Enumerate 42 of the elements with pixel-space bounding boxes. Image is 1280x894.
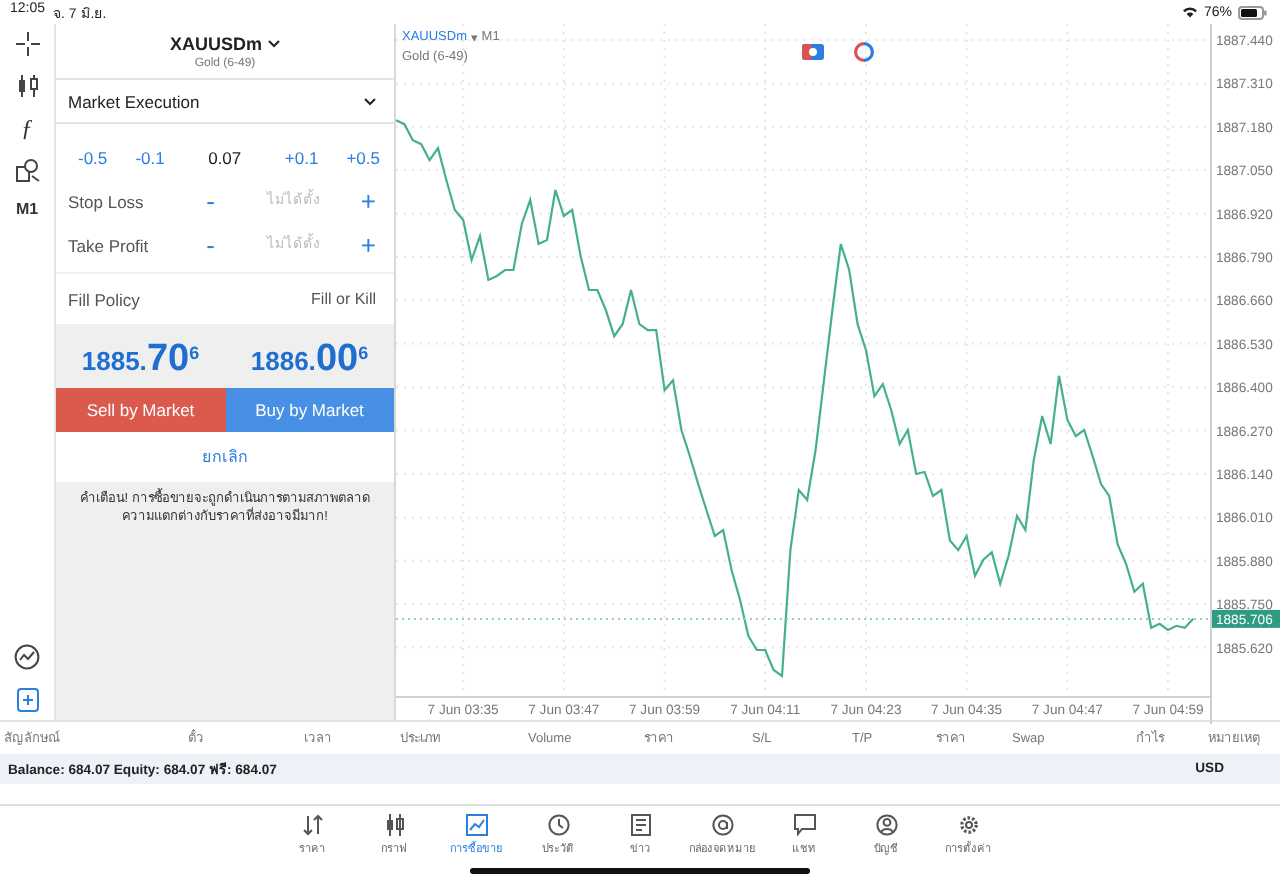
sell-button[interactable]: Sell by Market	[56, 388, 225, 432]
volume-step-button[interactable]: +0.1	[280, 148, 323, 168]
execution-dropdown[interactable]: Market Execution	[56, 80, 394, 124]
crosshair-icon[interactable]	[15, 32, 39, 56]
chevron-down-icon	[364, 97, 376, 105]
document-icon	[629, 814, 651, 836]
candlestick-icon[interactable]	[15, 74, 39, 98]
symbol-title[interactable]: XAUUSDm	[169, 33, 262, 53]
field-label: Take Profit	[68, 236, 151, 256]
cancel-link[interactable]: ยกเลิก	[202, 444, 248, 470]
field-label: Stop Loss	[68, 192, 146, 212]
candlestick-icon	[383, 814, 405, 836]
volume-step-button[interactable]: -0.1	[131, 148, 169, 168]
field-label: Fill Policy	[68, 289, 142, 309]
volume-field[interactable]: 0.07	[188, 148, 261, 168]
buy-button[interactable]: Buy by Market	[225, 388, 394, 432]
increase-button[interactable]: +	[354, 236, 382, 256]
line-chart-icon	[465, 814, 487, 836]
volume-step-button[interactable]: +0.5	[342, 148, 384, 168]
ask-price: 1886.00$^{6}$	[250, 337, 369, 381]
function-button[interactable]: ƒ	[21, 116, 33, 140]
decrease-button[interactable]: -	[200, 192, 221, 212]
fill-policy-value[interactable]: Fill or Kill	[311, 290, 376, 308]
bid-price: 1885.70$^{6}$	[81, 337, 200, 381]
timeframe-button[interactable]: M1	[15, 200, 39, 218]
clock-icon	[547, 814, 569, 836]
shapes-icon[interactable]	[15, 158, 39, 182]
at-sign-icon	[711, 814, 733, 836]
volume-step-button[interactable]: -0.5	[74, 148, 112, 168]
wifi-icon	[1181, 6, 1198, 18]
chevron-down-icon	[268, 39, 280, 47]
decrease-button[interactable]: -	[200, 236, 221, 256]
chat-icon	[793, 814, 815, 836]
person-icon	[875, 814, 897, 836]
toggle-icon[interactable]	[802, 44, 824, 60]
gear-icon	[957, 814, 979, 836]
add-document-icon[interactable]	[15, 688, 39, 712]
chart-circle-icon[interactable]	[14, 644, 40, 670]
arrows-icon	[301, 814, 323, 836]
ring-icon[interactable]	[854, 42, 874, 62]
increase-button[interactable]: +	[354, 192, 382, 212]
battery-icon	[1238, 5, 1268, 19]
